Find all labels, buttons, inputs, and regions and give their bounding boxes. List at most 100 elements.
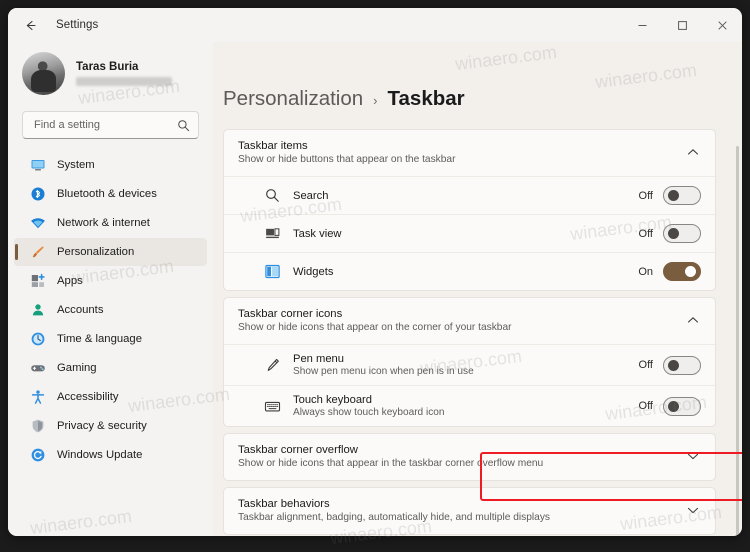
setting-label: Touch keyboard [293,394,372,406]
sidebar-item-system[interactable]: System [14,151,207,179]
account-tile[interactable]: Taras Buria [8,46,213,101]
sidebar-item-label: Apps [57,275,83,287]
sidebar-item-label: Bluetooth & devices [57,188,157,200]
section-expand-toggle[interactable] [685,506,701,515]
sidebar-item-apps[interactable]: Apps [14,267,207,295]
toggle-knob [668,359,679,371]
section-subtitle: Show or hide buttons that appear on the … [238,154,456,165]
setting-label: Search [293,189,329,202]
clock-icon [31,332,45,346]
account-text: Taras Buria [76,61,172,86]
toggle-state-label: Off [638,227,653,240]
section-title: Taskbar corner icons [238,308,343,320]
setting-toggle[interactable] [663,186,701,205]
sidebar-nav: System Bluetooth & devices Network & int… [8,151,213,470]
network-icon [31,218,45,229]
window-body: Taras Buria System Bluetooth & devices [8,42,742,536]
sidebar-item-label: Accounts [57,304,104,316]
toggle-state-label: On [638,265,653,278]
section-subtitle: Taskbar alignment, badging, automaticall… [238,512,551,523]
sidebar-item-label: Windows Update [57,449,143,461]
sidebar-item-gaming[interactable]: Gaming [14,354,207,382]
section-title: Taskbar items [238,140,308,152]
search-icon [178,119,190,131]
sidebar-item-personalization[interactable]: Personalization [14,238,207,266]
accessibility-icon [31,390,45,404]
app-title: Settings [56,19,99,31]
sidebar-item-accessibility[interactable]: Accessibility [14,383,207,411]
section-expand-toggle[interactable] [685,452,701,461]
widgets-icon [265,264,280,279]
content-inner: Personalization › Taskbar Taskbar items … [213,42,742,535]
section-header[interactable]: Taskbar corner icons Show or hide icons … [224,298,715,344]
sidebar-item-label: Privacy & security [57,420,147,432]
title-bar: Settings [8,8,742,42]
section-title: Taskbar behaviors [238,498,330,510]
setting-toggle[interactable] [663,396,701,416]
account-email-redacted [76,77,172,86]
sidebar-item-label: Accessibility [57,391,119,403]
setting-row: Task view Off [224,214,715,252]
toggle-state-label: Off [638,359,653,371]
chevron-down-icon [687,453,699,460]
section-header[interactable]: Taskbar behaviors Taskbar alignment, bad… [224,488,715,534]
content-scrollbar[interactable] [736,146,739,536]
setting-row-text: Search [293,190,639,202]
setting-label: Pen menu [293,353,344,365]
section-expand-toggle[interactable] [685,148,701,157]
setting-toggle[interactable] [663,224,701,243]
keyboard-icon [264,401,281,412]
minimize-icon [638,24,646,26]
section-expand-toggle[interactable] [685,316,701,325]
search-icon-row [266,189,279,202]
breadcrumb-separator-icon: › [373,93,378,108]
search-box[interactable] [22,111,199,139]
section-title: Taskbar corner overflow [238,444,358,456]
setting-description: Show pen menu icon when pen is in use [293,366,474,377]
setting-row-text: Touch keyboard Always show touch keyboar… [293,394,639,418]
content-pane: Personalization › Taskbar Taskbar items … [213,42,742,536]
sidebar-item-network-internet[interactable]: Network & internet [14,209,207,237]
close-icon [717,20,727,30]
section-header[interactable]: Taskbar items Show or hide buttons that … [224,130,715,176]
settings-window: Settings Taras Buria Find a setting Syst… [8,8,742,536]
setting-description: Always show touch keyboard icon [293,407,445,418]
settings-section: Taskbar corner overflow Show or hide ico… [223,433,716,481]
search-input[interactable] [34,119,177,131]
toggle-knob [668,228,679,239]
shield-icon [32,419,44,433]
back-arrow-icon [26,20,36,30]
section-header-text: Taskbar behaviors Taskbar alignment, bad… [238,498,685,523]
section-header-text: Taskbar items Show or hide buttons that … [238,140,685,165]
breadcrumb-root[interactable]: Personalization [223,87,363,111]
gamepad-icon [31,365,45,372]
section-header[interactable]: Taskbar corner overflow Show or hide ico… [224,434,715,480]
close-button[interactable] [702,8,742,42]
toggle-state-label: Off [638,189,653,202]
sidebar-item-bluetooth-devices[interactable]: Bluetooth & devices [14,180,207,208]
toggle-state-label: Off [638,400,653,412]
account-name: Taras Buria [76,61,139,73]
sidebar-item-label: Network & internet [57,217,150,229]
section-subtitle: Show or hide icons that appear in the ta… [238,458,544,469]
setting-row: Pen menu Show pen menu icon when pen is … [224,344,715,385]
setting-toggle[interactable] [663,355,701,375]
chevron-down-icon [687,507,699,514]
pen-icon [267,358,279,371]
taskview-icon [266,228,280,239]
page-title: Taskbar [387,87,465,110]
sidebar-item-time-language[interactable]: Time & language [14,325,207,353]
setting-toggle[interactable] [663,262,701,281]
settings-section: Taskbar corner icons Show or hide icons … [223,297,716,427]
setting-row: Search Off [224,176,715,214]
sidebar-item-privacy-security[interactable]: Privacy & security [14,412,207,440]
section-header-text: Taskbar corner overflow Show or hide ico… [238,444,685,469]
back-button[interactable] [14,9,46,41]
setting-row-text: Pen menu Show pen menu icon when pen is … [293,353,639,377]
update-icon [31,448,45,462]
minimize-button[interactable] [622,8,662,42]
maximize-button[interactable] [662,8,702,42]
sidebar-item-windows-update[interactable]: Windows Update [14,441,207,469]
sidebar-item-accounts[interactable]: Accounts [14,296,207,324]
toggle-knob [668,400,679,412]
